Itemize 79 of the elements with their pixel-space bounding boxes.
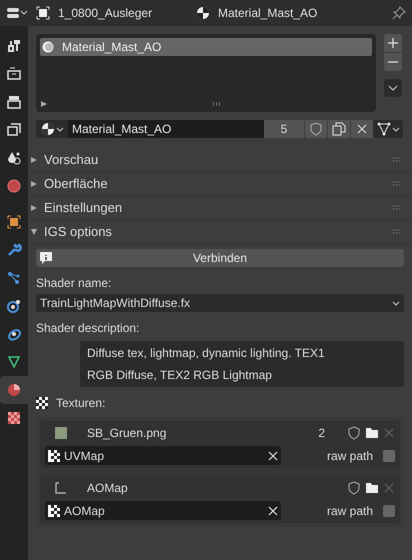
description-line: RGB Diffuse, TEX2 RGB Lightmap [87,367,273,384]
material-icon [40,122,54,136]
triangle-vertices-icon [376,122,390,136]
shield-icon [309,122,323,136]
clear-icon[interactable] [268,450,278,460]
raw-path-checkbox[interactable] [383,504,395,516]
shader-name-dropdown[interactable]: TrainLightMapWithDiffuse.fx [36,294,404,312]
texture-name: AOMap [87,480,129,497]
copy-icon [332,122,346,136]
shader-description-label: Shader description: [36,320,140,335]
unlink-button[interactable] [351,120,373,138]
pin-icon[interactable] [392,6,406,20]
drops-icon [6,150,22,166]
triangle-down-icon [30,228,38,236]
material-name: Material_Mast_AO [218,5,318,22]
drag-grip-icon [392,204,402,210]
plus-icon [388,38,398,48]
square-icon [6,214,22,230]
add-slot-button[interactable] [384,34,402,52]
uv-map-field[interactable]: AOMap [45,501,281,520]
material-browse-button[interactable] [36,120,68,138]
orbit-icon [6,298,22,314]
sidebar-tab[interactable] [0,376,28,404]
empty-image-icon [55,482,67,494]
material-slot[interactable]: Material_Mast_AO [40,38,372,56]
raw-path-label: raw path [326,502,373,520]
shield-icon[interactable] [347,426,361,440]
tool-icon [6,38,22,54]
texture-name: SB_Gruen.png [87,425,168,442]
triangle-right-icon [30,156,38,164]
material-icon [196,6,210,20]
uv-map-field[interactable]: UVMap [45,446,281,465]
chevron-down-icon [392,300,400,306]
triangle-right-icon [30,204,38,212]
folder-icon[interactable] [365,427,379,439]
duplicate-button[interactable] [328,120,350,138]
panel-header[interactable]: Vorschau [28,148,412,172]
chevron-down-icon [56,126,64,132]
printer-icon [6,94,22,110]
textures-label: Texturen: [56,395,106,412]
expand-triangle-icon[interactable] [40,100,48,108]
uv-checker-icon [48,504,60,516]
user-count[interactable]: 5 [264,120,304,138]
wrench-icon [6,242,22,258]
uv-checker-icon [48,450,60,462]
panel-header[interactable]: IGS options [28,220,412,244]
close-icon [355,122,369,136]
object-name: 1_0800_Ausleger [58,5,154,22]
chevron-down-icon [392,126,400,132]
shield-icon[interactable] [347,481,361,495]
drag-grip-icon [392,180,402,186]
triangle-right-icon [30,180,38,188]
folder-icon[interactable] [365,482,379,494]
drag-grip-icon [392,228,402,234]
editor-type-icon[interactable] [6,6,28,20]
image-thumbnail-icon [55,427,67,439]
raw-path-label: raw path [326,448,373,464]
verbinden-button[interactable]: Verbinden [36,249,404,267]
specials-menu-button[interactable] [384,79,402,97]
texture-user-count: 2 [318,425,325,442]
raw-path-checkbox[interactable] [383,450,395,462]
drag-grip-icon [392,156,402,162]
object-icon [36,6,50,20]
material-name-field[interactable]: Material_Mast_AO [68,120,264,138]
panel-header[interactable]: Oberfläche [28,172,412,196]
panel-header[interactable]: Einstellungen [28,196,412,220]
clear-icon[interactable] [268,506,278,516]
images-icon [6,122,22,138]
triangle-icon [6,354,22,370]
fake-user-button[interactable] [305,120,327,138]
remove-slot-button[interactable] [384,53,402,71]
description-line: Diffuse tex, lightmap, dynamic lighting. TEX1 [87,345,326,362]
checker-icon [6,410,22,426]
assign-mode-button[interactable] [373,120,403,138]
nodes-icon [6,270,22,286]
shader-name-label: Shader name: [36,275,112,290]
info-icon [39,251,53,265]
checker-icon [36,397,48,409]
chevron-down-icon [388,85,398,91]
